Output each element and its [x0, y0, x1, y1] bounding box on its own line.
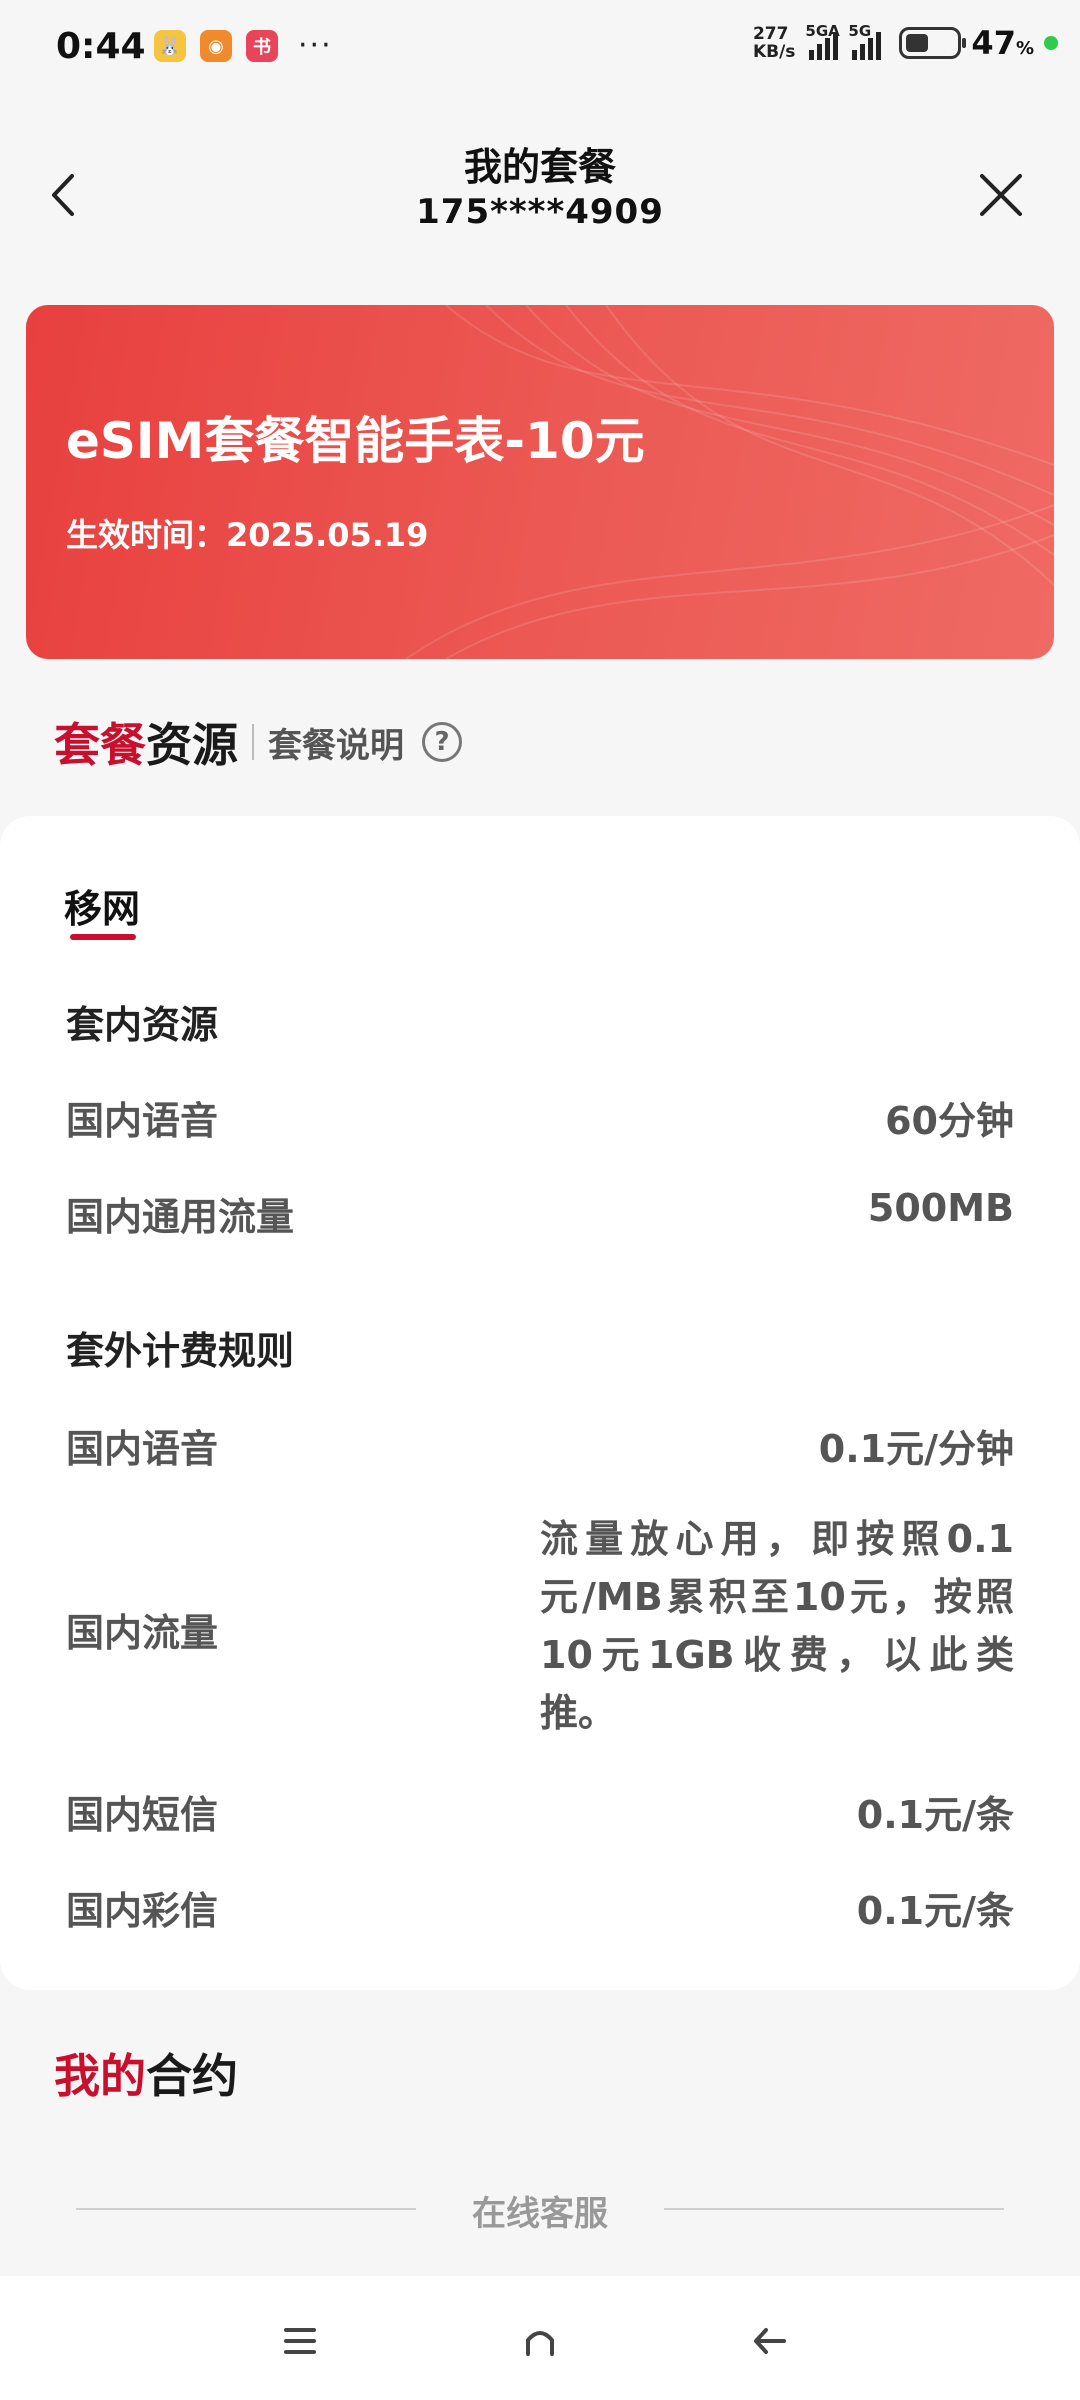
status-bar: 0:44 🐰 ◉ 书 ··· 277 KB/s 5GA 5G 47% — [0, 0, 1080, 96]
data-charge-rule: 流量放心用，即按照0.1元/MB累积至10元，按照10元1GB收费，以此类推。 — [540, 1517, 1014, 1735]
network-speed-unit: KB/s — [752, 42, 796, 62]
home-button[interactable] — [510, 2316, 570, 2366]
battery-percent: 47% — [971, 24, 1034, 62]
signal-5g-label: 5G — [848, 22, 872, 40]
phone-number: 175****4909 — [416, 192, 664, 232]
back-icon — [754, 2328, 786, 2354]
plan-banner: eSIM套餐智能手表-10元 生效时间：2025.05.19 — [26, 305, 1054, 659]
row-label: 国内语音 — [66, 1427, 219, 1471]
back-nav-button[interactable] — [740, 2316, 800, 2366]
row-label: 国内通用流量 — [66, 1195, 295, 1239]
effective-date: 生效时间：2025.05.19 — [66, 516, 429, 554]
more-notifications-icon: ··· — [298, 28, 333, 63]
network-speed: 277 KB/s — [753, 25, 795, 61]
active-tab-indicator — [70, 934, 136, 940]
resources-section-header: 套餐资源 套餐说明 ? — [54, 712, 462, 772]
bunny-app-icon: 🐰 — [154, 30, 186, 62]
online-service-label[interactable]: 在线客服 — [76, 2186, 1004, 2235]
weibo-icon: ◉ — [200, 30, 232, 62]
menu-button[interactable] — [270, 2316, 330, 2366]
network-speed-value: 277 — [752, 24, 789, 44]
close-button[interactable] — [976, 170, 1026, 220]
menu-icon — [284, 2328, 316, 2354]
resources-section-title: 套餐资源 — [54, 718, 238, 772]
row-value: 0.1元/分钟 — [818, 1427, 1014, 1471]
banner-wave-pattern — [405, 305, 1054, 659]
online-service[interactable]: 在线客服 — [76, 2180, 1004, 2236]
plan-name: eSIM套餐智能手表-10元 — [66, 412, 645, 470]
extra-charges-title: 套外计费规则 — [66, 1329, 295, 1373]
tab-mobile-network[interactable]: 移网 — [64, 878, 140, 933]
row-value: 0.1元/条 — [856, 1889, 1014, 1933]
clock: 0:44 — [56, 26, 146, 67]
home-icon — [526, 2331, 554, 2356]
nav-header: 我的套餐 175****4909 — [0, 120, 1080, 270]
divider-right — [664, 2208, 1004, 2210]
page-title: 我的套餐 — [463, 145, 616, 189]
signal-5ga-icon: 5GA — [805, 22, 840, 60]
system-indicators: 277 KB/s 5GA 5G 47% — [753, 22, 1058, 62]
row-label: 国内彩信 — [66, 1889, 219, 1933]
reader-app-icon: 书 — [246, 30, 278, 62]
row-label: 国内语音 — [66, 1099, 219, 1143]
notification-icons: 🐰 ◉ 书 ··· — [154, 30, 333, 62]
row-value: 500MB — [867, 1186, 1014, 1230]
help-icon[interactable]: ? — [422, 722, 462, 762]
contract-section-title: 我的合约 — [54, 2049, 238, 2103]
signal-5g-icon: 5G — [848, 22, 882, 60]
row-label: 国内流量 — [66, 1611, 219, 1655]
battery-icon — [899, 27, 967, 59]
row-value: 0.1元/条 — [856, 1793, 1014, 1837]
divider — [252, 724, 254, 760]
system-nav-bar — [0, 2276, 1080, 2400]
included-resources-title: 套内资源 — [66, 1003, 219, 1047]
close-icon — [980, 174, 1022, 216]
row-label: 国内短信 — [66, 1793, 219, 1837]
plan-description-link[interactable]: 套餐说明 — [268, 718, 404, 767]
row-value: 60分钟 — [885, 1099, 1014, 1143]
privacy-indicator-dot — [1044, 36, 1058, 50]
signal-5ga-label: 5GA — [805, 22, 840, 40]
resources-card: 移网 套内资源 国内语音 60分钟 国内通用流量 500MB 套外计费规则 国内… — [0, 816, 1080, 1990]
